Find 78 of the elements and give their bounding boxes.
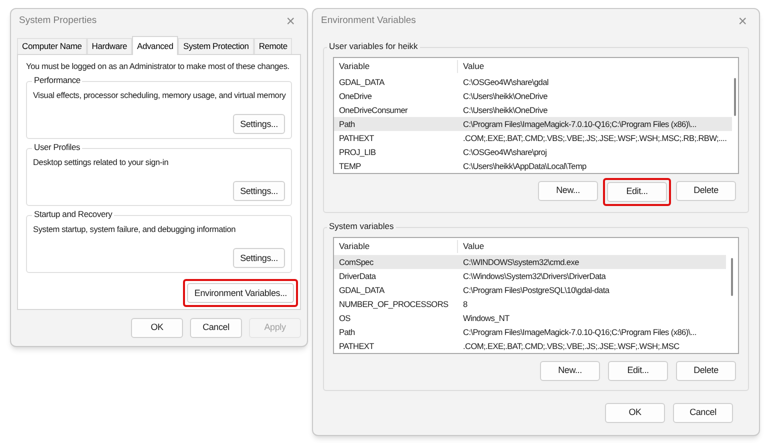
variable-name: GDAL_DATA [339, 284, 384, 296]
dialog-button[interactable]: OK [131, 318, 183, 338]
list-row[interactable]: GDAL_DATA C:\Program Files\PostgreSQL\10\gdal-data [334, 283, 726, 297]
variable-name: OneDrive [339, 90, 372, 102]
group-description: Visual effects, processor scheduling, memory usage, and virtual memory [33, 89, 286, 102]
dialog-button[interactable]: OK [605, 403, 665, 423]
window-title: Environment Variables [321, 14, 416, 28]
dialog-button[interactable]: Delete [676, 181, 736, 201]
dialog-button[interactable]: Cancel [673, 403, 733, 423]
variable-value: .COM;.EXE;.BAT;.CMD;.VBS;.VBE;.JS;.JSE;.WSF;.WSH;.MSC [463, 340, 680, 352]
variable-name: NUMBER_OF_PROCESSORS [339, 298, 448, 310]
dialog-button[interactable]: Settings... [233, 181, 285, 202]
variable-value: C:\Users\heikk\OneDrive [463, 90, 548, 102]
list-row[interactable]: GDAL_DATA C:\OSGeo4W\share\gdal [334, 75, 732, 89]
list-row[interactable]: PROJ_LIB C:\OSGeo4W\share\proj [334, 145, 732, 159]
variable-name: PROJ_LIB [339, 146, 376, 158]
variable-value: C:\Program Files\ImageMagick-7.0.10-Q16;C:\Program Files (x86)\... [463, 118, 696, 130]
dialog-button[interactable]: Delete [676, 361, 736, 381]
variable-value: C:\Program Files\ImageMagick-7.0.10-Q16;C:\Program Files (x86)\... [463, 326, 696, 338]
variable-name: OneDriveConsumer [339, 104, 408, 116]
list-row[interactable]: PATHEXT .COM;.EXE;.BAT;.CMD;.VBS;.VBE;.JS;.JSE;.WSF;.WSH;.MSC [334, 339, 726, 353]
column-header[interactable]: Variable [334, 60, 458, 73]
group-title: User variables for heikk [327, 40, 420, 52]
variable-name: PATHEXT [339, 340, 374, 352]
window-title: System Properties [19, 14, 97, 28]
variable-name: Path [339, 326, 355, 338]
group-description: Desktop settings related to your sign-in [33, 156, 168, 169]
variable-value: C:\WINDOWS\system32\cmd.exe [463, 256, 579, 268]
tab[interactable]: Computer Name [17, 38, 87, 54]
variable-name: GDAL_DATA [339, 76, 384, 88]
variable-name: Path [339, 118, 355, 130]
variable-value: Windows_NT [463, 312, 510, 324]
list-row[interactable]: NUMBER_OF_PROCESSORS 8 [334, 297, 726, 311]
dialog-button[interactable]: New... [538, 181, 598, 201]
list-row[interactable]: Path C:\Program Files\ImageMagick-7.0.10-Q16;C:\Program Files (x86)\... [334, 325, 726, 339]
dialog-button[interactable]: Environment Variables... [187, 283, 294, 304]
variable-value: C:\Users\heikk\AppData\Local\Temp [463, 160, 586, 172]
column-header[interactable]: Value [458, 60, 732, 73]
variable-name: TEMP [339, 160, 361, 172]
dialog-button[interactable]: Edit... [607, 182, 667, 202]
scrollbar-thumb[interactable] [734, 78, 736, 116]
dialog-button[interactable]: Settings... [233, 114, 285, 134]
dialog-button[interactable]: Edit... [608, 361, 668, 381]
variable-value: C:\OSGeo4W\share\gdal [463, 76, 548, 88]
variable-name: ComSpec [339, 256, 374, 268]
list-row[interactable]: OneDrive C:\Users\heikk\OneDrive [334, 89, 732, 103]
variable-name: OS [339, 312, 350, 324]
dialog-button[interactable]: Settings... [233, 248, 285, 268]
variable-name: PATHEXT [339, 132, 374, 144]
list-row[interactable]: PATHEXT .COM;.EXE;.BAT;.CMD;.VBS;.VBE;.JS;.JSE;.WSF;.WSH;.MSC;.RB;.RBW;.... [334, 131, 732, 145]
group-title: System variables [327, 220, 396, 232]
list-row[interactable]: Path C:\Program Files\ImageMagick-7.0.10-Q16;C:\Program Files (x86)\... [334, 117, 732, 131]
variable-name: DriverData [339, 270, 376, 282]
list-row[interactable]: ComSpec C:\WINDOWS\system32\cmd.exe [334, 255, 726, 269]
group-title: Startup and Recovery [32, 208, 114, 220]
tab[interactable]: Remote [254, 38, 292, 54]
variable-value: C:\Users\heikk\OneDrive [463, 104, 548, 116]
variable-value: C:\OSGeo4W\share\proj [463, 146, 547, 158]
list-row[interactable]: OS Windows_NT [334, 311, 726, 325]
group-title: Performance [32, 74, 82, 86]
group-title: User Profiles [32, 141, 82, 154]
list-row[interactable]: TEMP C:\Users\heikk\AppData\Local\Temp [334, 159, 732, 173]
dialog-button[interactable]: New... [540, 361, 600, 381]
column-header[interactable]: Variable [334, 240, 458, 253]
variable-value: C:\Program Files\PostgreSQL\10\gdal-data [463, 284, 610, 296]
dialog-button[interactable]: Cancel [190, 318, 242, 338]
variable-value: C:\Windows\System32\Drivers\DriverData [463, 270, 606, 282]
list-row[interactable]: DriverData C:\Windows\System32\Drivers\DriverData [334, 269, 726, 283]
scrollbar-thumb[interactable] [731, 258, 733, 296]
column-header[interactable]: Value [458, 240, 726, 253]
list-row[interactable]: OneDriveConsumer C:\Users\heikk\OneDrive [334, 103, 732, 117]
tab[interactable]: Advanced [132, 36, 178, 55]
group-description: System startup, system failure, and debugging information [33, 223, 236, 236]
variable-value: 8 [463, 298, 468, 310]
tab[interactable]: System Protection [178, 38, 254, 54]
tab[interactable]: Hardware [86, 38, 132, 54]
notice-text: You must be logged on as an Administrator to make most of these changes. [26, 60, 290, 72]
variable-value: .COM;.EXE;.BAT;.CMD;.VBS;.VBE;.JS;.JSE;.WSF;.WSH;.MSC;.RB;.RBW;.... [463, 132, 727, 144]
